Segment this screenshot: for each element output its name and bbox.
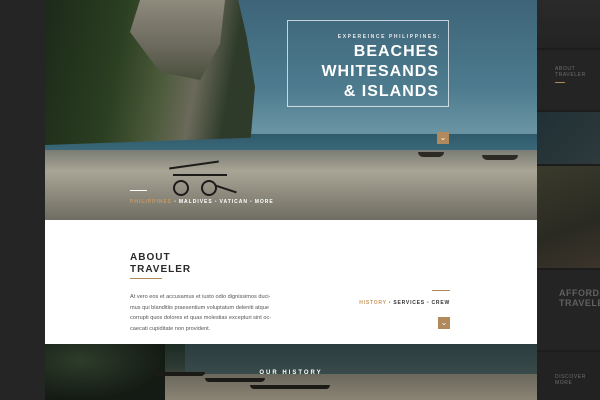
nav-separator: • (214, 199, 218, 205)
about-title: ABOUT TRAVELER (130, 252, 191, 276)
tab-separator: • (426, 300, 430, 306)
about-section: ABOUT TRAVELER At vero eos et accusamus … (45, 220, 537, 344)
right-preview-panel: ABOUT TRAVELER AFFORDA TRAVELEX DISCOVER… (537, 0, 600, 400)
preview-label: TRAVELER (555, 72, 586, 78)
hero-divider (130, 190, 147, 191)
tab-services[interactable]: SERVICES (393, 300, 425, 306)
hero-section: EXPEREINCE PHILIPPINES: BEACHES WHITESAN… (45, 0, 537, 220)
cart-handle (215, 184, 237, 194)
tab-separator: • (388, 300, 392, 306)
about-tabs: HISTORY • SERVICES • CREW (359, 300, 450, 306)
tab-crew[interactable]: CREW (432, 300, 450, 306)
history-boat (205, 378, 265, 382)
chevron-down-icon: ⌄ (439, 133, 447, 142)
hero-cart (165, 158, 237, 198)
preview-block (537, 112, 600, 164)
hero-boat (482, 155, 518, 160)
history-section: OUR HISTORY (45, 344, 537, 400)
cart-bar (169, 160, 219, 170)
destination-link-philippines[interactable]: PHILIPPINES (130, 199, 172, 205)
hero-title-line: BEACHES (353, 43, 439, 60)
history-title: OUR HISTORY (259, 370, 323, 376)
cart-wheel (173, 180, 189, 196)
preview-rule (555, 82, 565, 83)
hero-beach (45, 150, 537, 220)
hero-scroll-down-button[interactable]: ⌄ (437, 132, 449, 144)
preview-block: ABOUT TRAVELER (537, 50, 600, 110)
about-title-line: TRAVELER (130, 264, 192, 275)
destination-link-maldives[interactable]: MALDIVES (179, 199, 213, 205)
about-scroll-down-button[interactable]: ⌄ (438, 317, 450, 329)
preview-block: AFFORDA TRAVELEX (537, 270, 600, 350)
cart-wheel (201, 180, 217, 196)
history-boat (250, 385, 330, 389)
destination-nav: PHILIPPINES • MALDIVES • VATICAN • MORE (130, 199, 274, 205)
hero-title-line: & ISLANDS (343, 83, 439, 100)
destination-link-vatican[interactable]: VATICAN (220, 199, 248, 205)
preview-heading: TRAVELEX (559, 298, 600, 308)
preview-heading: AFFORDA (559, 288, 600, 298)
hero-boat (418, 152, 444, 157)
preview-block: DISCOVER MORE (537, 352, 600, 400)
about-divider (130, 278, 162, 279)
about-body-text: At vero eos et accusamus et iusto odio d… (130, 294, 272, 332)
nav-separator: • (249, 199, 253, 205)
left-gutter (0, 0, 45, 400)
cart-bar (173, 174, 227, 176)
about-tabs-divider (432, 290, 450, 291)
destination-link-more[interactable]: MORE (255, 199, 274, 205)
preview-label: MORE (555, 380, 573, 386)
chevron-down-icon: ⌄ (440, 318, 448, 327)
about-title-line: ABOUT (130, 252, 171, 263)
tab-history[interactable]: HISTORY (359, 300, 387, 306)
preview-block (537, 166, 600, 268)
hero-eyebrow: EXPEREINCE PHILIPPINES: (337, 34, 441, 40)
hero-title-line: WHITESANDS (321, 63, 439, 80)
nav-separator: • (174, 199, 177, 205)
hero-title-box: EXPEREINCE PHILIPPINES: BEACHES WHITESAN… (287, 20, 449, 107)
preview-block (537, 0, 600, 48)
